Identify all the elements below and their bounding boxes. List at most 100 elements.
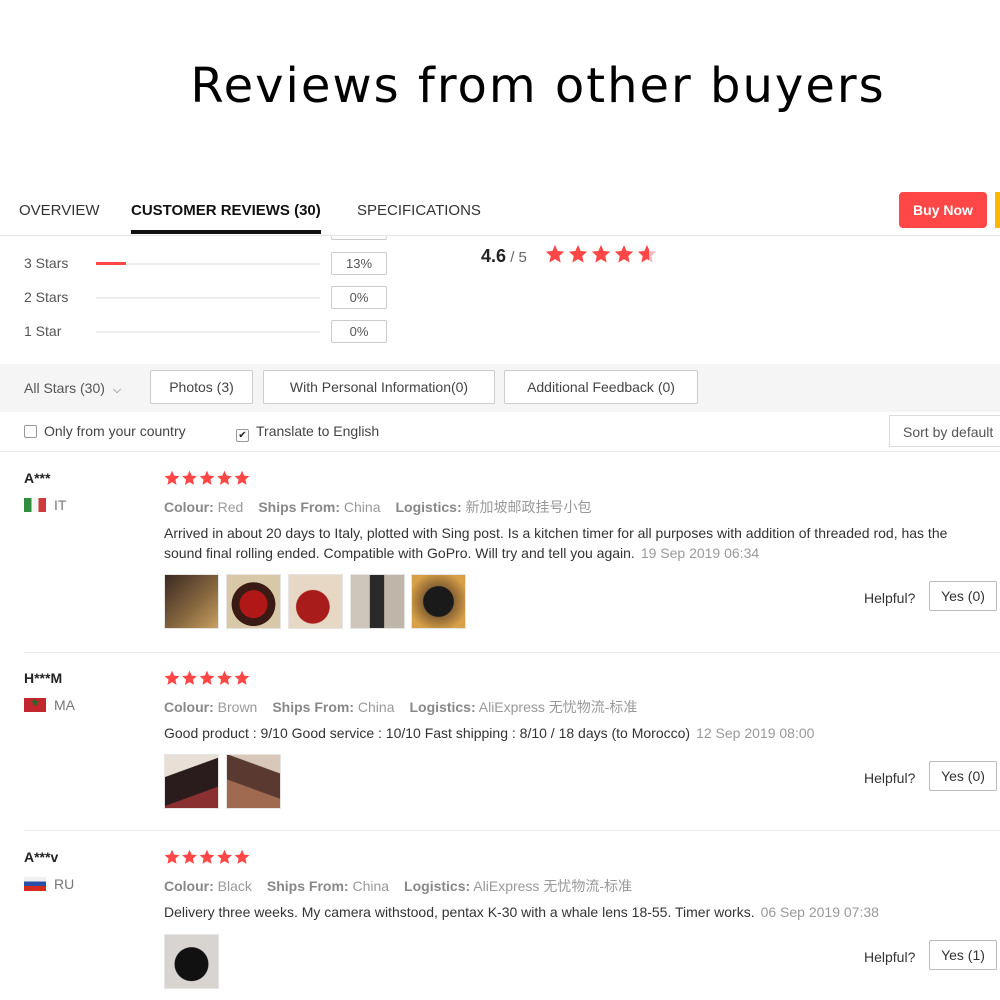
star-icon — [217, 849, 232, 864]
only-from-country-checkbox[interactable] — [24, 425, 37, 438]
helpful-label: Helpful? — [864, 949, 916, 965]
country-code: MA — [54, 697, 75, 713]
filter-personal-info-button[interactable]: With Personal Information(0) — [263, 370, 495, 404]
logistics-value: AliExpress 无忧物流-标准 — [478, 699, 638, 715]
star-icon — [591, 245, 611, 263]
star-icon — [199, 470, 215, 485]
only-from-country-label: Only from your country — [44, 423, 186, 439]
review-date: 19 Sep 2019 06:34 — [640, 545, 760, 561]
star-icon — [199, 670, 215, 685]
average-max: / 5 — [506, 249, 527, 266]
average-rating: 4.6 / 5 — [481, 246, 527, 267]
breakdown-bar — [96, 297, 320, 299]
ships-value: China — [343, 499, 381, 515]
russia-flag-icon — [24, 877, 46, 891]
ships-label: Ships From: — [272, 699, 355, 715]
filter-additional-feedback-button[interactable]: Additional Feedback (0) — [504, 370, 698, 404]
star-icon — [164, 670, 180, 685]
review-photo[interactable] — [411, 574, 466, 629]
ships-label: Ships From: — [258, 499, 341, 515]
star-icon — [545, 245, 565, 263]
review-stars-icon — [164, 849, 250, 870]
page-heading: Reviews from other buyers — [190, 58, 886, 114]
percent-box-4-stars — [331, 236, 387, 240]
breakdown-label: 1 Star — [24, 323, 62, 339]
review-divider — [24, 830, 1000, 831]
colour-label: Colour: — [164, 699, 214, 715]
star-icon — [234, 670, 250, 685]
review-meta: Colour: Brown Ships From: China Logistics:… — [164, 697, 637, 717]
review-date: 06 Sep 2019 07:38 — [760, 904, 879, 920]
only-from-country-option[interactable]: Only from your country — [24, 423, 186, 439]
country-code: IT — [54, 497, 67, 513]
star-icon — [234, 849, 250, 864]
logistics-value: AliExpress 无忧物流-标准 — [473, 878, 632, 894]
all-stars-label: All Stars (30) — [24, 380, 105, 396]
breakdown-row-2-stars: 2 Stars 0% — [24, 286, 394, 310]
add-to-cart-button-edge[interactable] — [995, 192, 1000, 228]
review-stars-icon — [164, 470, 250, 491]
review-meta: Colour: Red Ships From: China Logistics: 新… — [164, 497, 592, 517]
tab-overview[interactable]: OVERVIEW — [19, 202, 100, 219]
review-photo[interactable] — [350, 574, 405, 629]
all-stars-dropdown[interactable]: All Stars (30) ⌵ — [24, 380, 121, 397]
review-photo[interactable] — [226, 574, 281, 629]
helpful-yes-button[interactable]: Yes (0) — [929, 761, 997, 791]
review-date: 12 Sep 2019 08:00 — [696, 725, 815, 741]
morocco-flag-icon — [24, 696, 46, 712]
review-stars-icon — [164, 670, 250, 691]
active-tab-indicator — [131, 230, 321, 234]
tab-customer-reviews[interactable]: CUSTOMER REVIEWS (30) — [131, 202, 321, 219]
breakdown-bar — [96, 262, 320, 265]
star-icon — [164, 470, 180, 485]
tab-bar: OVERVIEW CUSTOMER REVIEWS (30) SPECIFICA… — [0, 186, 1000, 236]
helpful-yes-button[interactable]: Yes (1) — [929, 940, 997, 970]
translate-label: Translate to English — [256, 423, 380, 439]
logistics-value: 新加坡邮政挂号小包 — [465, 499, 592, 515]
reviewer-name: A*** — [24, 470, 51, 486]
ships-value: China — [357, 699, 395, 715]
sort-dropdown[interactable]: Sort by default — [889, 415, 1000, 447]
review-meta: Colour: Black Ships From: China Logistics:… — [164, 876, 632, 896]
review-photo[interactable] — [226, 754, 281, 809]
average-stars-icon — [545, 244, 657, 269]
star-icon — [182, 849, 197, 864]
options-bar: Only from your country ✔ Translate to Eng… — [0, 412, 1000, 452]
star-icon — [217, 670, 232, 685]
tab-specifications[interactable]: SPECIFICATIONS — [357, 202, 481, 219]
star-icon — [182, 470, 197, 485]
italy-flag-icon — [24, 498, 46, 512]
breakdown-percent: 0% — [331, 286, 387, 309]
breakdown-percent: 0% — [331, 320, 387, 343]
reviewer-country: RU — [24, 876, 74, 892]
ships-label: Ships From: — [266, 878, 349, 894]
filter-bar: All Stars (30) ⌵ Photos (3) With Personal… — [0, 364, 1000, 412]
helpful-yes-button[interactable]: Yes (0) — [929, 581, 997, 611]
star-icon — [182, 670, 197, 685]
logistics-label: Logistics: — [395, 499, 462, 515]
helpful-label: Helpful? — [864, 770, 916, 786]
review-photo[interactable] — [164, 574, 219, 629]
breakdown-percent: 13% — [331, 252, 387, 275]
star-icon — [568, 245, 588, 263]
average-score: 4.6 — [481, 246, 507, 266]
star-icon — [164, 849, 180, 864]
colour-value: Red — [217, 499, 244, 515]
reviewer-country: MA — [24, 696, 75, 713]
review-body: Arrived in about 20 days to Italy, plott… — [164, 525, 948, 561]
review-photo[interactable] — [164, 754, 219, 809]
logistics-label: Logistics: — [409, 699, 476, 715]
review-photo[interactable] — [288, 574, 343, 629]
breakdown-row-1-star: 1 Star 0% — [24, 320, 394, 344]
translate-checkbox[interactable]: ✔ — [236, 429, 249, 442]
review-body: Good product : 9/10 Good service : 10/10… — [164, 725, 691, 741]
colour-value: Brown — [217, 699, 258, 715]
colour-label: Colour: — [164, 499, 214, 515]
filter-photos-button[interactable]: Photos (3) — [150, 370, 253, 404]
review-text: Arrived in about 20 days to Italy, plott… — [164, 523, 964, 563]
review-divider — [24, 652, 1000, 653]
translate-option[interactable]: ✔ Translate to English — [236, 423, 379, 442]
buy-now-button[interactable]: Buy Now — [899, 192, 987, 228]
breakdown-bar — [96, 331, 320, 333]
review-photo[interactable] — [164, 934, 219, 989]
